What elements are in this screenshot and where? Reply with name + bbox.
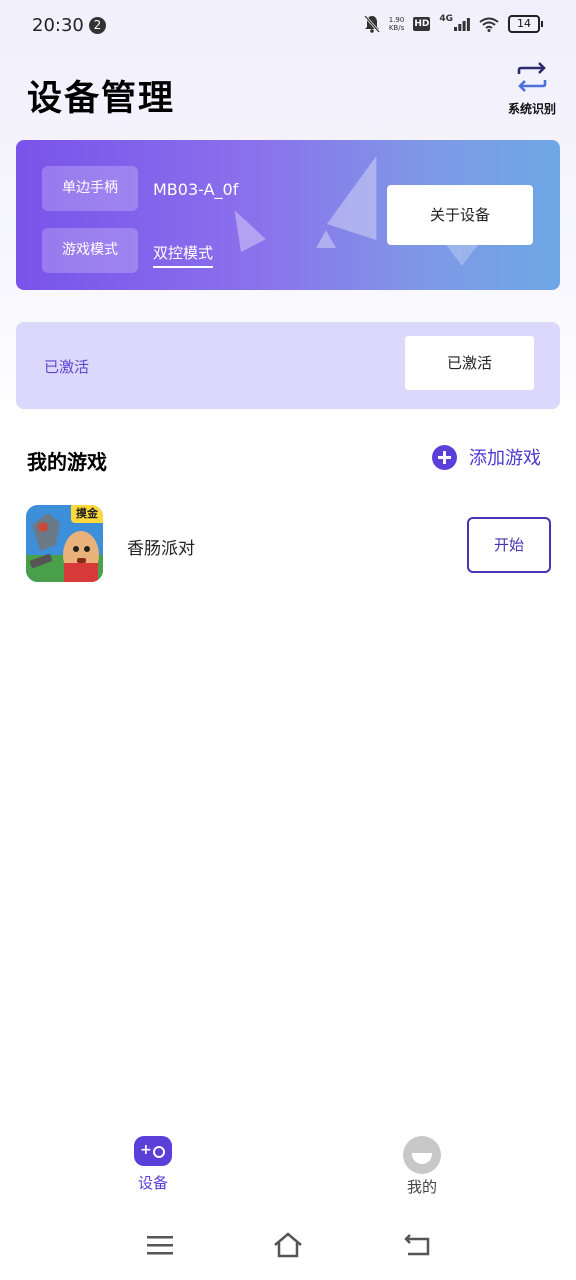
menu-icon[interactable]	[140, 1230, 180, 1260]
mute-bell-icon	[363, 14, 380, 34]
page-title: 设备管理	[27, 79, 176, 119]
switch-arrows-icon	[515, 62, 549, 96]
nav-label-device: 设备	[137, 1174, 168, 1192]
signal-icon: 4G	[439, 14, 470, 34]
avatar-icon	[403, 1136, 441, 1174]
about-device-button[interactable]: 关于设备	[387, 185, 533, 245]
system-recognition-button[interactable]: 系统识别	[500, 62, 564, 120]
gamepad-icon: +	[134, 1136, 172, 1166]
back-icon[interactable]	[397, 1230, 437, 1260]
my-games-title: 我的游戏	[27, 450, 107, 474]
decor-triangle	[444, 242, 480, 266]
game-icon[interactable]: 摸金	[26, 505, 103, 582]
game-name: 香肠派对	[127, 539, 195, 559]
nav-item-device[interactable]: + 设备	[108, 1136, 198, 1193]
game-badge: 摸金	[71, 505, 103, 523]
nav-label-mine: 我的	[406, 1178, 437, 1196]
start-game-button[interactable]: 开始	[467, 517, 551, 573]
home-icon[interactable]	[268, 1230, 308, 1260]
decor-triangle	[222, 203, 266, 253]
controller-type-pill: 单边手柄	[42, 166, 138, 211]
net-speed-value: 1.90	[388, 16, 405, 24]
game-list-item: 摸金 香肠派对 开始	[26, 505, 552, 583]
add-game-button[interactable]: 添加游戏	[432, 444, 541, 470]
network-speed: 1.90 KB/s	[389, 14, 405, 34]
device-card: 单边手柄 MB03-A_0f 游戏模式 双控模式 关于设备	[16, 140, 560, 290]
add-game-label: 添加游戏	[469, 448, 541, 469]
status-time: 20:30	[32, 15, 84, 36]
activation-status-text: 已激活	[44, 358, 90, 376]
wifi-icon	[479, 14, 499, 34]
decor-triangle	[316, 230, 336, 248]
system-recognition-label: 系统识别	[507, 102, 556, 116]
notification-badge: 2	[89, 17, 106, 34]
hd-icon: HD	[413, 17, 431, 31]
nav-item-mine[interactable]: 我的	[377, 1136, 467, 1197]
game-mode-pill: 游戏模式	[42, 228, 138, 273]
signal-label: 4G	[439, 14, 453, 24]
activation-card: 已激活 已激活	[16, 322, 560, 409]
device-name: MB03-A_0f	[153, 180, 239, 199]
game-mode-value-link[interactable]: 双控模式	[153, 242, 214, 268]
activation-button[interactable]: 已激活	[405, 336, 534, 390]
status-icons: 1.90 KB/s HD 4G 14	[363, 14, 543, 34]
battery-icon: 14	[508, 15, 543, 33]
plus-circle-icon	[432, 444, 457, 470]
net-speed-unit: KB/s	[388, 24, 405, 32]
